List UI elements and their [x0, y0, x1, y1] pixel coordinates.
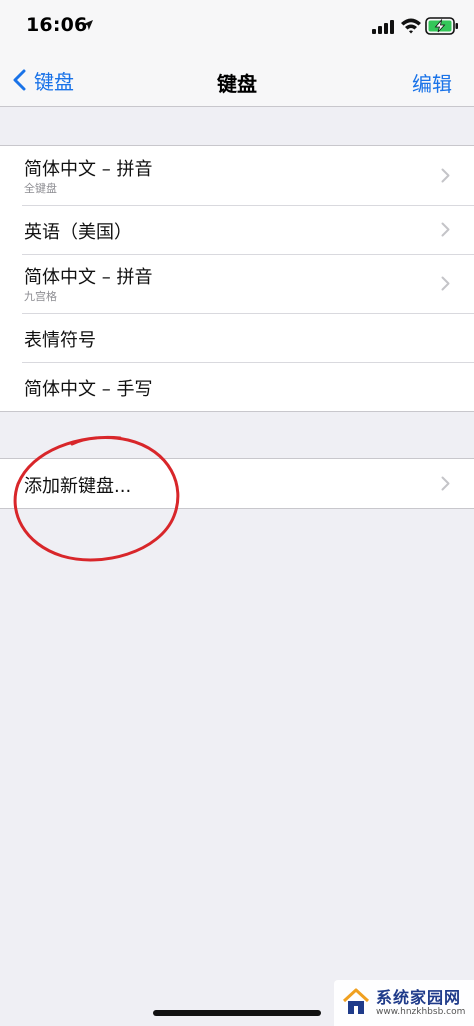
status-bar: 16:06 — [0, 0, 474, 54]
keyboard-row-title: 英语（美国） — [24, 222, 132, 243]
chevron-right-icon — [441, 168, 450, 183]
add-keyboard-group: 添加新键盘... — [0, 458, 474, 509]
location-arrow-icon — [83, 20, 93, 30]
edit-button[interactable]: 编辑 — [412, 68, 452, 97]
chevron-right-icon — [441, 476, 450, 491]
keyboard-row-pinyin-full[interactable]: 简体中文 – 拼音 全键盘 — [0, 146, 474, 205]
page-title: 键盘 — [217, 72, 257, 96]
keyboard-row-title: 简体中文 – 拼音 — [24, 267, 153, 288]
keyboard-row-handwriting[interactable]: 简体中文 – 手写 — [0, 362, 474, 411]
add-keyboard-row[interactable]: 添加新键盘... — [0, 459, 474, 508]
watermark-url: www.hnzkhbsb.com — [376, 1007, 466, 1017]
battery-charging-icon — [425, 17, 458, 35]
keyboards-list: 简体中文 – 拼音 全键盘 英语（美国） 简体中文 – 拼音 九宫格 表情符号 … — [0, 145, 474, 412]
site-watermark: 系统家园网 www.hnzkhbsb.com — [334, 980, 474, 1026]
watermark-title: 系统家园网 — [376, 988, 462, 1007]
add-keyboard-label: 添加新键盘... — [24, 476, 132, 497]
navigation-bar: 键盘 键盘 编辑 — [0, 54, 474, 107]
status-time: 16:06 — [26, 14, 88, 36]
keyboard-row-english-us[interactable]: 英语（美国） — [0, 205, 474, 254]
keyboard-row-subtitle: 全键盘 — [24, 182, 57, 195]
wifi-icon — [401, 18, 421, 34]
home-indicator — [153, 1010, 321, 1016]
keyboard-row-pinyin-9key[interactable]: 简体中文 – 拼音 九宫格 — [0, 254, 474, 313]
keyboard-row-subtitle: 九宫格 — [24, 290, 57, 303]
keyboard-row-emoji[interactable]: 表情符号 — [0, 313, 474, 362]
keyboard-row-title: 简体中文 – 手写 — [24, 379, 153, 400]
keyboard-row-title: 简体中文 – 拼音 — [24, 159, 153, 180]
house-logo-icon — [342, 988, 370, 1014]
cellular-signal-icon — [372, 20, 394, 34]
keyboard-row-title: 表情符号 — [24, 330, 96, 351]
chevron-right-icon — [441, 222, 450, 237]
chevron-right-icon — [441, 276, 450, 291]
